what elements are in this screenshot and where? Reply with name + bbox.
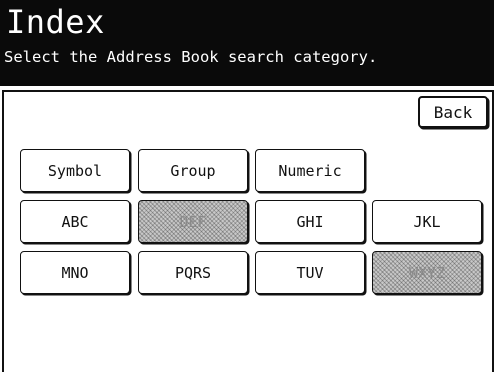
category-symbol-button[interactable]: Symbol: [20, 149, 130, 192]
page-instruction: Select the Address Book search category.: [4, 48, 378, 66]
screen-header: Index Select the Address Book search cat…: [0, 0, 494, 86]
fax-panel-screen: Index Select the Address Book search cat…: [0, 0, 494, 372]
category-wxyz-button: WXYZ: [372, 251, 482, 294]
category-abc-button[interactable]: ABC: [20, 200, 130, 243]
category-tuv-button[interactable]: TUV: [255, 251, 365, 294]
category-numeric-button[interactable]: Numeric: [255, 149, 365, 192]
category-mno-button[interactable]: MNO: [20, 251, 130, 294]
category-pqrs-button[interactable]: PQRS: [138, 251, 248, 294]
category-def-button: DEF: [138, 200, 248, 243]
category-jkl-button[interactable]: JKL: [372, 200, 482, 243]
category-ghi-button[interactable]: GHI: [255, 200, 365, 243]
back-button[interactable]: Back: [418, 96, 488, 128]
category-group-button[interactable]: Group: [138, 149, 248, 192]
page-title: Index: [6, 3, 105, 41]
